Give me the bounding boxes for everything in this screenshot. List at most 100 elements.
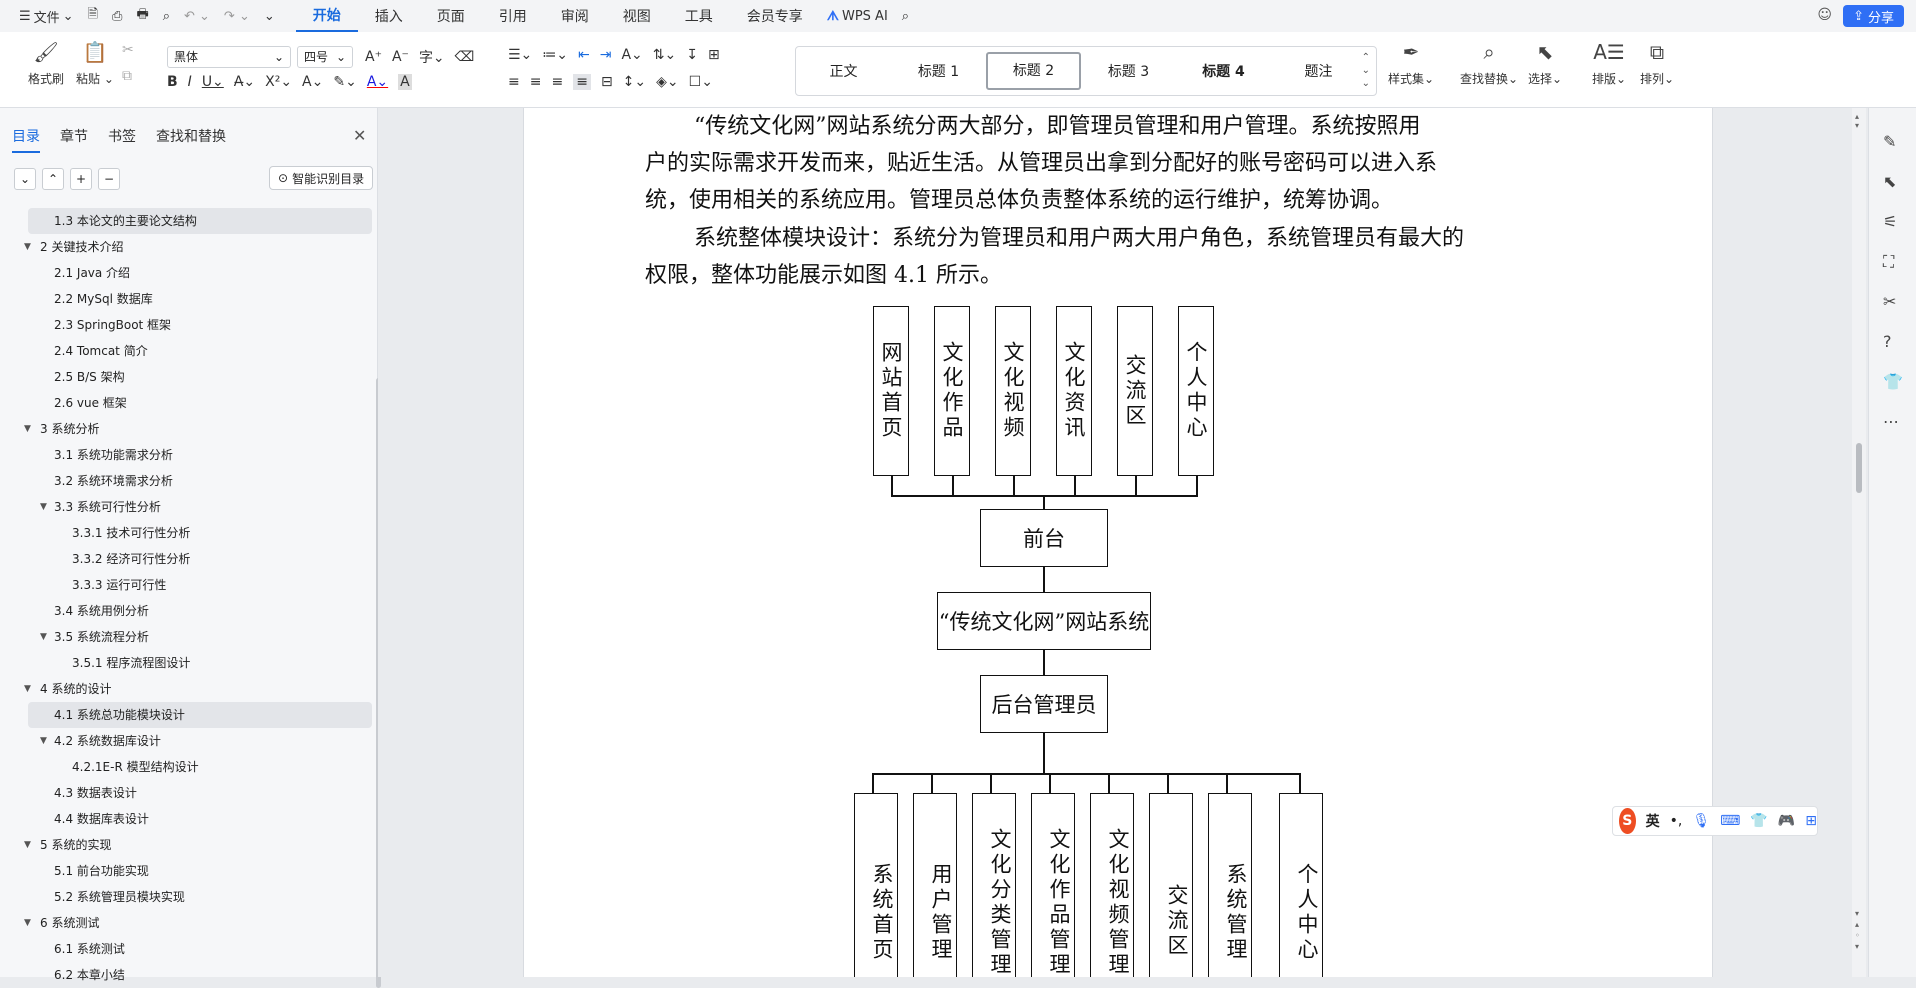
expand-triangle-icon[interactable]: ▼ [40, 624, 47, 650]
document-page[interactable]: “传统文化网”网站系统分两大部分，即管理员管理和用户管理。系统按照用 户的实际需… [523, 108, 1713, 977]
paste-button[interactable]: 📋 粘贴 ⌄ [76, 40, 114, 87]
sort-icon[interactable]: ⇅⌄ [653, 47, 676, 63]
numbered-list-icon[interactable]: ≔⌄ [542, 47, 568, 63]
toc-item[interactable]: 2.5 B/S 架构 [0, 364, 378, 390]
toc-item[interactable]: ▼ 3.5 系统流程分析 [0, 624, 378, 650]
find-replace-button[interactable]: ⌕ 查找替换⌄ [1460, 40, 1518, 87]
punctuation-icon[interactable]: •, [1670, 813, 1683, 829]
share-button[interactable]: ⇪ 分享 [1843, 5, 1904, 27]
style-heading-1[interactable]: 标题 1 [891, 61, 986, 81]
add-heading-icon[interactable]: + [70, 168, 92, 190]
superscript-icon[interactable]: X²⌄ [265, 74, 292, 90]
document-scrollbar[interactable]: ▴ ▾ ▾ ▴ ◦ ▾ [1852, 108, 1866, 977]
toc-item[interactable]: ▼ 5 系统的实现 [0, 832, 378, 858]
export-pdf-icon[interactable]: ⎙ [105, 0, 129, 32]
shading-icon[interactable]: ◈⌄ [656, 74, 679, 90]
print-icon[interactable]: 🖶 [129, 0, 155, 32]
decrease-indent-icon[interactable]: ⇤ [578, 47, 590, 63]
bullet-list-icon[interactable]: ☰⌄ [508, 47, 532, 63]
toc-item[interactable]: 3.4 系统用例分析 [0, 598, 378, 624]
search-icon[interactable]: ⌕ [895, 0, 916, 32]
expand-triangle-icon[interactable]: ▼ [24, 416, 31, 442]
toc-item[interactable]: 1.3 本论文的主要论文结构 [28, 208, 372, 234]
font-size-select[interactable]: 四号 ⌄ [297, 46, 353, 68]
style-normal[interactable]: 正文 [796, 61, 891, 81]
toc-item[interactable]: ▼ 6 系统测试 [0, 910, 378, 936]
save-icon[interactable]: 🗎 [81, 0, 105, 32]
expand-triangle-icon[interactable]: ▼ [40, 728, 47, 754]
tab-toc[interactable]: 目录 [12, 126, 40, 153]
toc-item[interactable]: 3.3.2 经济可行性分析 [0, 546, 378, 572]
align-center-icon[interactable]: ≡ [530, 74, 542, 90]
toc-item[interactable]: ▼ 3 系统分析 [0, 416, 378, 442]
style-heading-3[interactable]: 标题 3 [1081, 61, 1176, 81]
ime-toolbar[interactable]: S 英 •, 🎙 ⌨ 👕 🎮 ⊞ [1612, 806, 1818, 836]
tab-chapters[interactable]: 章节 [60, 126, 88, 153]
toc-item[interactable]: 3.1 系统功能需求分析 [0, 442, 378, 468]
tab-tools[interactable]: 工具 [668, 0, 730, 32]
toc-item[interactable]: ▼ 3.3 系统可行性分析 [0, 494, 378, 520]
cut-icon[interactable]: ✂ [122, 42, 134, 58]
select-button[interactable]: ⬉ 选择⌄ [1528, 40, 1562, 87]
layout-button[interactable]: A☰ 排版⌄ [1592, 40, 1626, 87]
shrink-font-icon[interactable]: A⁻ [392, 49, 409, 65]
distribute-icon[interactable]: ⊟ [601, 74, 613, 90]
smart-toc-button[interactable]: ⊙ 智能识别目录 [269, 166, 374, 190]
more-chevron-icon[interactable]: ⌄ [257, 0, 282, 32]
keyboard-icon[interactable]: ⌨ [1720, 813, 1740, 829]
toc-item[interactable]: 6.1 系统测试 [0, 936, 378, 962]
redo-icon[interactable]: ↷ ⌄ [217, 0, 257, 32]
close-icon[interactable]: ✕ [353, 126, 366, 145]
char-shading-icon[interactable]: A [398, 74, 412, 90]
wps-ai-button[interactable]: ᗑ WPS AI [820, 0, 895, 32]
game-icon[interactable]: 🎮 [1778, 813, 1795, 829]
cursor-icon[interactable]: ⬉ [1883, 172, 1896, 191]
toc-item[interactable]: 4.4 数据库表设计 [0, 806, 378, 832]
italic-icon[interactable]: I [188, 74, 192, 90]
strikethrough-icon[interactable]: A̶⌄ [234, 74, 255, 90]
expand-icon[interactable]: ⌃ [42, 168, 64, 190]
toc-item[interactable]: 2.4 Tomcat 简介 [0, 338, 378, 364]
highlight-icon[interactable]: ✎⌄ [333, 74, 356, 90]
arrange-button[interactable]: ⧉ 排列⌄ [1640, 40, 1674, 87]
chinese-layout-icon[interactable]: A⌄ [621, 47, 642, 63]
skin-icon[interactable]: 👕 [1883, 372, 1903, 391]
microphone-icon[interactable]: 🎙 [1692, 813, 1710, 829]
print-preview-icon[interactable]: ⌕ [156, 0, 177, 32]
expand-triangle-icon[interactable]: ▼ [40, 494, 47, 520]
settings-sliders-icon[interactable]: ⚟ [1883, 212, 1897, 231]
skin-icon[interactable]: 👕 [1750, 813, 1767, 829]
file-menu[interactable]: ☰ 文件 ⌄ [12, 0, 81, 32]
toc-item[interactable]: 3.3.1 技术可行性分析 [0, 520, 378, 546]
line-spacing-icon[interactable]: ↕⌄ [623, 74, 646, 90]
remove-heading-icon[interactable]: − [98, 168, 120, 190]
scroll-down-icon[interactable]: ▾ ▴ ◦ ▾ [1855, 908, 1860, 952]
collapse-icon[interactable]: ⌄ [14, 168, 36, 190]
toc-item[interactable]: 4.2.1E-R 模型结构设计 [0, 754, 378, 780]
feedback-icon[interactable]: ☺ [1817, 7, 1832, 23]
toc-item[interactable]: ▼ 4 系统的设计 [0, 676, 378, 702]
tab-insert[interactable]: 插入 [358, 0, 420, 32]
pen-icon[interactable]: ✎ [1883, 132, 1896, 151]
toc-item[interactable]: 4.3 数据表设计 [0, 780, 378, 806]
help-icon[interactable]: ? [1883, 332, 1892, 351]
expand-triangle-icon[interactable]: ▼ [24, 832, 31, 858]
tools-icon[interactable]: ✂ [1883, 292, 1896, 311]
border-icon[interactable]: ☐⌄ [689, 74, 713, 90]
tab-review[interactable]: 审阅 [544, 0, 606, 32]
expand-triangle-icon[interactable]: ▼ [24, 234, 31, 260]
grow-font-icon[interactable]: A⁺ [365, 49, 382, 65]
align-left-icon[interactable]: ≡ [508, 74, 520, 90]
more-icon[interactable]: ⋯ [1883, 412, 1899, 431]
tab-view[interactable]: 视图 [606, 0, 668, 32]
style-scroll-icon[interactable]: ⌃ ⌄ ⌄ [1362, 51, 1370, 90]
undo-icon[interactable]: ↶ ⌄ [177, 0, 217, 32]
font-name-select[interactable]: 黑体 ⌄ [167, 46, 291, 68]
image-edit-icon[interactable]: ⛶ [1883, 252, 1894, 272]
toc-item[interactable]: 5.1 前台功能实现 [0, 858, 378, 884]
clear-format-icon[interactable]: ⌫ [455, 49, 475, 65]
font-color-icon[interactable]: A⌄ [367, 74, 388, 90]
toc-item[interactable]: 3.3.3 运行可行性 [0, 572, 378, 598]
tab-member[interactable]: 会员专享 [730, 0, 820, 32]
style-heading-2[interactable]: 标题 2 [986, 52, 1081, 90]
